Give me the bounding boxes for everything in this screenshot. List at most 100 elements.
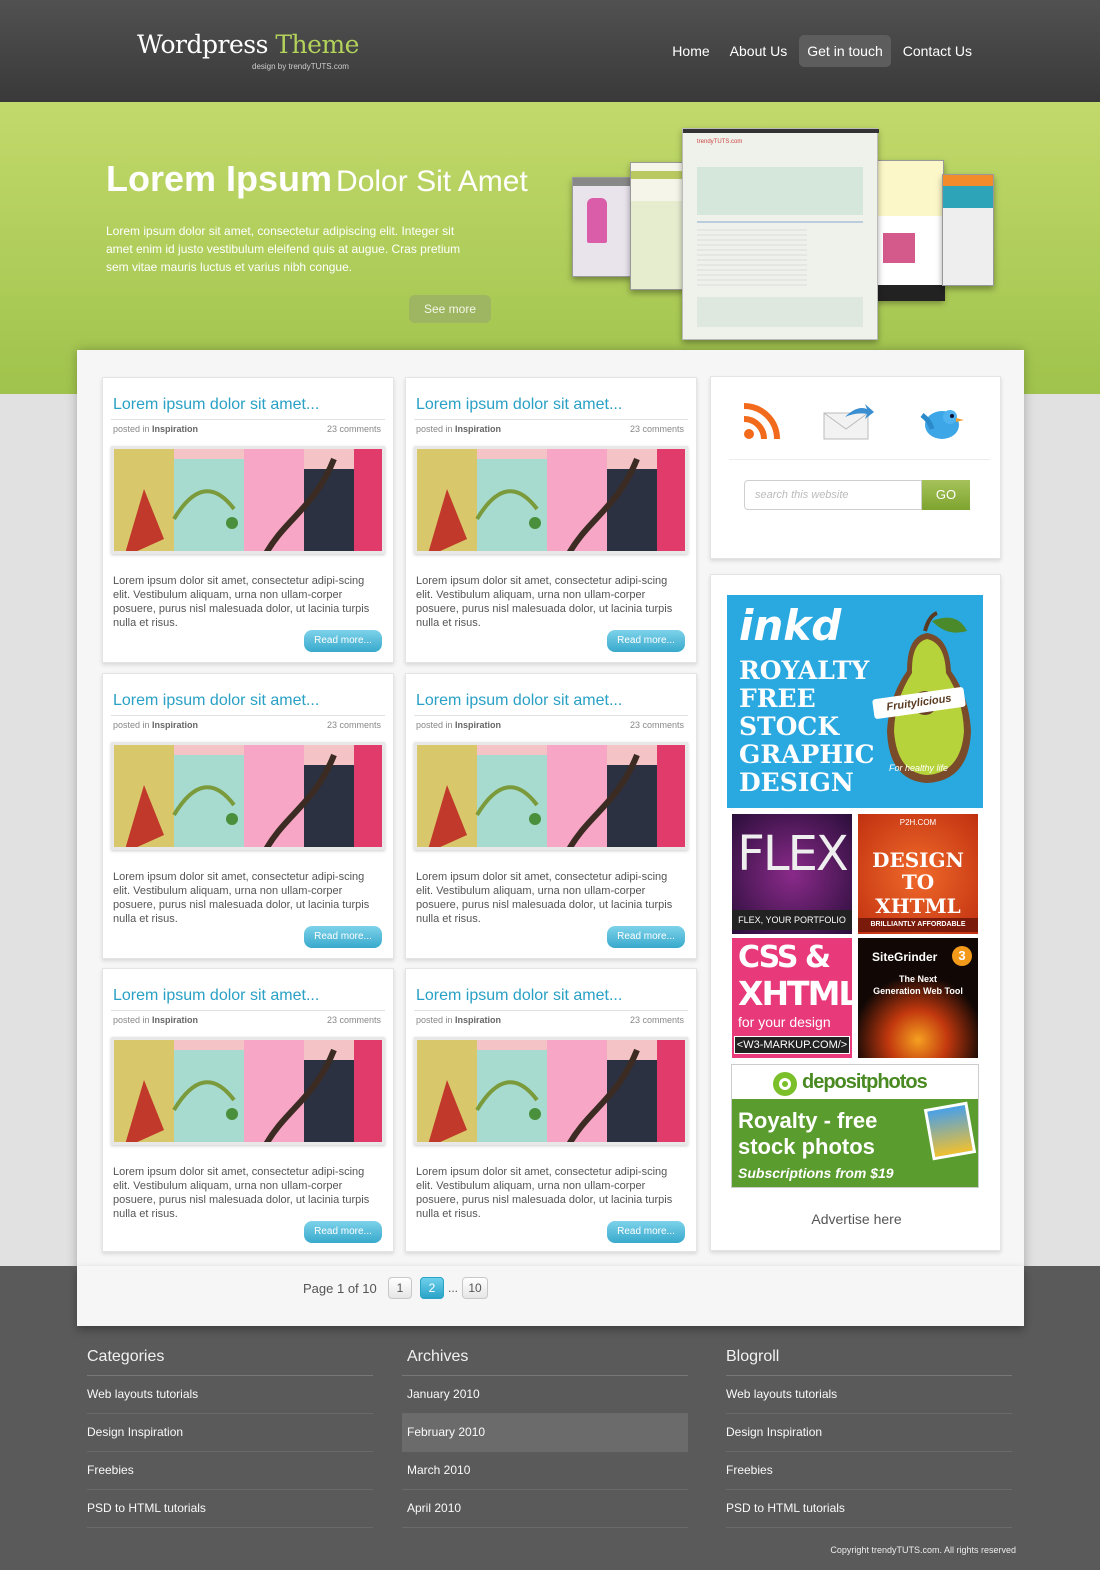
- search-go-button[interactable]: GO: [922, 480, 970, 510]
- footer-link[interactable]: Freebies: [726, 1452, 1012, 1490]
- page-button-1[interactable]: 1: [388, 1277, 412, 1299]
- footer-link[interactable]: March 2010: [402, 1452, 688, 1490]
- divider: [414, 1010, 688, 1011]
- read-more-button[interactable]: Read more...: [607, 630, 685, 652]
- p2h-line1: DESIGN: [872, 848, 964, 872]
- dp-line1: Royalty - free: [738, 1108, 878, 1133]
- photo-stack-image: [923, 1101, 977, 1161]
- post-comments-link[interactable]: 23 comments: [630, 424, 684, 434]
- post-comments-link[interactable]: 23 comments: [630, 720, 684, 730]
- p2h-line2: TO XHTML: [875, 870, 961, 918]
- sg-brand: SiteGrinder: [872, 950, 938, 964]
- pagination-ellipsis: ...: [448, 1281, 459, 1295]
- template-mockup-2: [630, 162, 686, 290]
- read-more-button[interactable]: Read more...: [304, 630, 382, 652]
- footer-link-hover[interactable]: February 2010: [402, 1414, 688, 1452]
- footer-link[interactable]: PSD to HTML tutorials: [87, 1490, 373, 1528]
- sidebar-ads: inkd ROYALTY FREE STOCK GRAPHIC DESIGN F…: [710, 574, 1001, 1251]
- post-thumbnail[interactable]: [414, 446, 688, 554]
- see-more-button[interactable]: See more: [409, 295, 491, 323]
- footer-heading: Archives: [402, 1348, 688, 1376]
- post-title[interactable]: Lorem ipsum dolor sit amet...: [416, 987, 622, 1005]
- post-category-link[interactable]: Inspiration: [152, 1015, 198, 1025]
- post-thumbnail[interactable]: [111, 1037, 385, 1145]
- post-category-link[interactable]: Inspiration: [455, 424, 501, 434]
- post-category-link[interactable]: Inspiration: [152, 424, 198, 434]
- template-mockup-5: [942, 174, 994, 286]
- page-button-10[interactable]: 10: [462, 1277, 488, 1299]
- post-title[interactable]: Lorem ipsum dolor sit amet...: [113, 396, 319, 414]
- post-thumbnail[interactable]: [414, 1037, 688, 1145]
- nav-home[interactable]: Home: [664, 35, 717, 67]
- footer-heading: Categories: [87, 1348, 373, 1376]
- post-card: Lorem ipsum dolor sit amet... posted in …: [102, 673, 394, 959]
- site-logo[interactable]: Wordpress Theme: [137, 30, 359, 59]
- footer-link[interactable]: Design Inspiration: [726, 1414, 1012, 1452]
- post-thumbnail[interactable]: [111, 446, 385, 554]
- footer-link[interactable]: PSD to HTML tutorials: [726, 1490, 1012, 1528]
- post-category-link[interactable]: Inspiration: [152, 720, 198, 730]
- post-thumbnail[interactable]: [414, 742, 688, 850]
- posted-in-label: posted in: [113, 1015, 150, 1025]
- post-excerpt: Lorem ipsum dolor sit amet, consectetur …: [416, 1166, 673, 1220]
- nav-contact-us[interactable]: Contact Us: [895, 35, 980, 67]
- post-meta: posted in Inspiration: [416, 720, 501, 730]
- ad-sitegrinder-banner[interactable]: SiteGrinder 3 The Next Generation Web To…: [858, 938, 978, 1058]
- inkd-headline: ROYALTY FREE STOCK GRAPHIC DESIGN: [739, 657, 875, 797]
- post-comments-link[interactable]: 23 comments: [327, 720, 381, 730]
- footer-link[interactable]: Web layouts tutorials: [726, 1376, 1012, 1414]
- footer-link[interactable]: January 2010: [402, 1376, 688, 1414]
- w3-line2: XHTML: [738, 974, 852, 1013]
- inkd-brand: inkd: [739, 601, 842, 650]
- post-comments-link[interactable]: 23 comments: [327, 424, 381, 434]
- footer-link[interactable]: Design Inspiration: [87, 1414, 373, 1452]
- search-input[interactable]: search this website: [744, 480, 922, 510]
- ad-inkd-banner[interactable]: inkd ROYALTY FREE STOCK GRAPHIC DESIGN F…: [727, 595, 983, 808]
- post-title[interactable]: Lorem ipsum dolor sit amet...: [113, 692, 319, 710]
- rss-icon[interactable]: [741, 401, 781, 441]
- nav-about-us[interactable]: About Us: [722, 35, 796, 67]
- footer-link[interactable]: April 2010: [402, 1490, 688, 1528]
- ad-p2h-banner[interactable]: P2H.COM DESIGN TO XHTML BRILLIANTLY AFFO…: [858, 814, 978, 934]
- posted-in-label: posted in: [416, 424, 453, 434]
- advertise-here-link[interactable]: Advertise here: [711, 1211, 1002, 1227]
- inkd-line: STOCK: [739, 712, 840, 741]
- read-more-button[interactable]: Read more...: [304, 926, 382, 948]
- w3-line3: for your design: [738, 1014, 831, 1030]
- divider: [414, 715, 688, 716]
- ad-depositphotos-banner[interactable]: depositphotos Royalty - free stock photo…: [731, 1064, 979, 1188]
- divider: [729, 459, 990, 460]
- footer-link[interactable]: Freebies: [87, 1452, 373, 1490]
- footer-column-archives: Archives January 2010 February 2010 Marc…: [402, 1348, 688, 1528]
- inkd-line: GRAPHIC: [739, 740, 875, 769]
- post-card: Lorem ipsum dolor sit amet... posted in …: [102, 968, 394, 1252]
- page-button-2-current[interactable]: 2: [420, 1277, 444, 1299]
- nav-get-in-touch[interactable]: Get in touch: [799, 35, 891, 67]
- email-icon[interactable]: [823, 403, 875, 441]
- post-card: Lorem ipsum dolor sit amet... posted in …: [405, 377, 697, 663]
- logo-accent: Theme: [275, 30, 359, 59]
- ad-flex-banner[interactable]: FLEX FLEX, YOUR PORTFOLIO: [732, 814, 852, 934]
- posted-in-label: posted in: [416, 720, 453, 730]
- footer-link[interactable]: Web layouts tutorials: [87, 1376, 373, 1414]
- mockup-brand: trendyTUTS.com: [697, 139, 743, 145]
- post-title[interactable]: Lorem ipsum dolor sit amet...: [416, 396, 622, 414]
- post-comments-link[interactable]: 23 comments: [630, 1015, 684, 1025]
- hero-title-light: Dolor Sit Amet: [336, 165, 528, 198]
- twitter-bird-icon[interactable]: [916, 401, 966, 443]
- post-title[interactable]: Lorem ipsum dolor sit amet...: [416, 692, 622, 710]
- post-category-link[interactable]: Inspiration: [455, 1015, 501, 1025]
- post-category-link[interactable]: Inspiration: [455, 720, 501, 730]
- footer-heading: Blogroll: [726, 1348, 1012, 1376]
- read-more-button[interactable]: Read more...: [607, 1221, 685, 1243]
- read-more-button[interactable]: Read more...: [607, 926, 685, 948]
- post-title[interactable]: Lorem ipsum dolor sit amet...: [113, 987, 319, 1005]
- read-more-button[interactable]: Read more...: [304, 1221, 382, 1243]
- sidebar-social-search: search this website GO: [710, 376, 1001, 559]
- post-comments-link[interactable]: 23 comments: [327, 1015, 381, 1025]
- divider: [111, 1010, 385, 1011]
- post-card: Lorem ipsum dolor sit amet... posted in …: [405, 968, 697, 1252]
- sg-line2: Generation Web Tool: [873, 986, 963, 996]
- ad-w3-markup-banner[interactable]: CSS & XHTML for your design <W3-MARKUP.C…: [732, 938, 852, 1058]
- post-thumbnail[interactable]: [111, 742, 385, 850]
